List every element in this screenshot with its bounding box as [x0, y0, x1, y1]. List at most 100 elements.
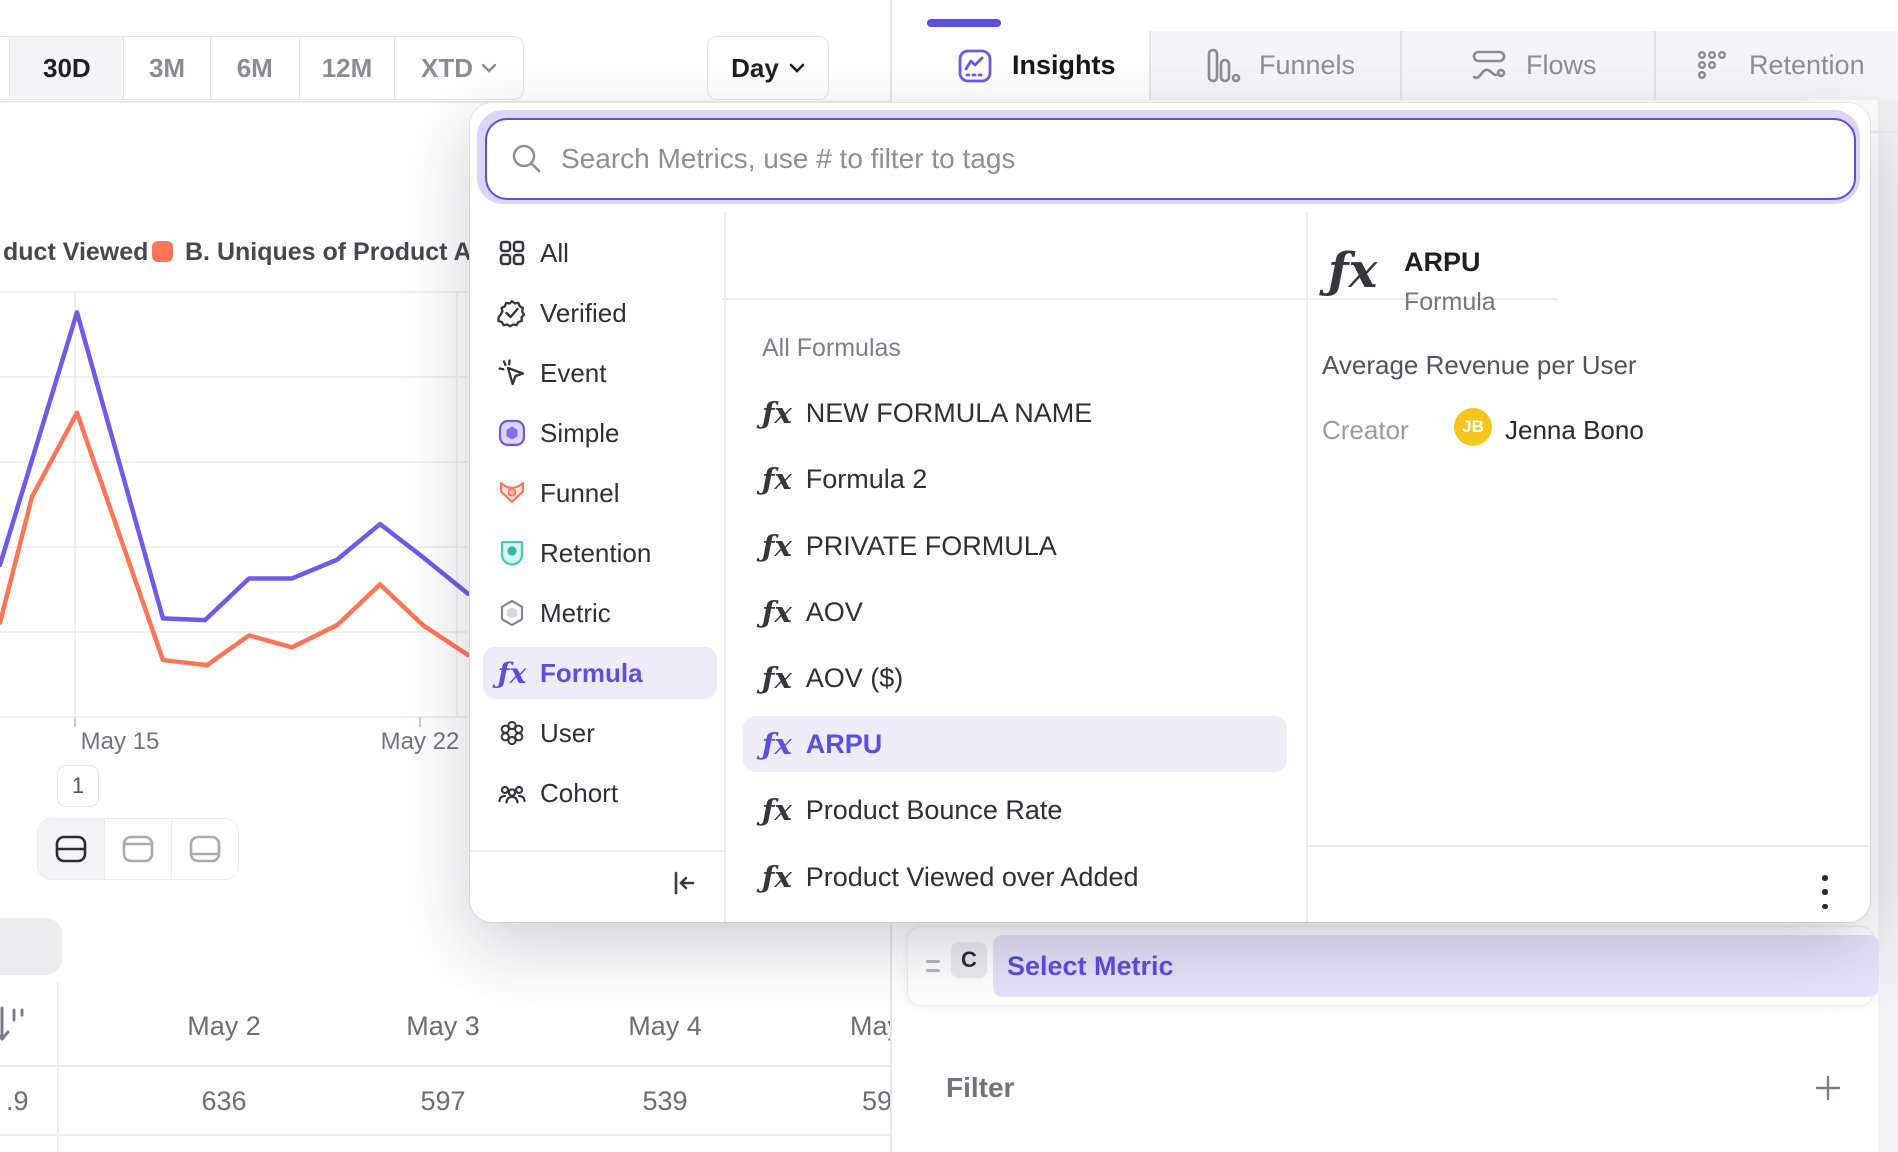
clipped-pill — [0, 918, 62, 975]
cohort-people-icon — [496, 777, 528, 809]
table-header-cell[interactable]: May — [850, 1011, 890, 1042]
creator-avatar: JB — [1454, 408, 1492, 446]
category-retention[interactable]: Retention — [483, 527, 717, 579]
tab-label: Funnels — [1259, 50, 1355, 81]
formula-name: Product Viewed over Added — [806, 862, 1139, 893]
metric-picker-modal: All Verified Event — [470, 103, 1870, 922]
category-all[interactable]: All — [483, 227, 717, 279]
formula-name: AOV — [806, 597, 863, 628]
collapse-sidebar-icon[interactable] — [669, 868, 699, 898]
category-label: Metric — [540, 598, 611, 629]
category-label: Event — [540, 358, 607, 389]
formula-item-selected[interactable]: ƒx ARPU — [743, 716, 1287, 772]
pagination-page-button[interactable]: 1 — [57, 765, 99, 807]
table-value-cell: 59 — [862, 1086, 890, 1117]
grid-icon — [496, 237, 528, 269]
drag-handle-icon[interactable] — [926, 969, 940, 972]
table-row-divider — [0, 1065, 890, 1067]
sort-icon[interactable] — [0, 1004, 36, 1046]
drag-handle-icon[interactable] — [926, 960, 940, 963]
date-range-xtd[interactable]: XTD — [394, 37, 523, 99]
category-user[interactable]: User — [483, 707, 717, 759]
flows-icon — [1470, 47, 1508, 85]
tab-flows[interactable]: Flows — [1470, 31, 1597, 100]
chevron-down-icon — [789, 63, 805, 73]
funnel-ribbon-icon — [496, 477, 528, 509]
creator-name: Jenna Bono — [1505, 415, 1644, 446]
table-header-cell[interactable]: May 4 — [595, 1011, 735, 1042]
tab-funnels[interactable]: Funnels — [1205, 31, 1355, 100]
date-range-segmented-control: 30D 3M 6M 12M XTD — [0, 36, 524, 100]
detail-type: Formula — [1404, 288, 1496, 317]
category-formula[interactable]: ƒx Formula — [483, 647, 717, 699]
category-funnel[interactable]: Funnel — [483, 467, 717, 519]
date-range-label: 12M — [322, 53, 373, 84]
formula-fx-icon: ƒx — [496, 657, 528, 689]
retention-arch-icon — [496, 537, 528, 569]
formula-item[interactable]: ƒx AOV ($) — [743, 650, 1287, 706]
app-window: 30D 3M 6M 12M XTD Day duct Viewed — [0, 0, 1898, 1152]
fx-icon: ƒx — [762, 860, 792, 894]
formula-item[interactable]: ƒx AOV — [743, 584, 1287, 640]
category-label: Verified — [540, 298, 627, 329]
verified-badge-icon — [496, 297, 528, 329]
more-options-button[interactable] — [1810, 869, 1840, 915]
category-cohort[interactable]: Cohort — [483, 767, 717, 819]
fx-icon: ƒx — [762, 661, 792, 695]
detail-description: Average Revenue per User — [1322, 350, 1637, 381]
category-simple[interactable]: Simple — [483, 407, 717, 459]
date-range-label: 6M — [237, 53, 273, 84]
date-range-3m[interactable]: 3M — [123, 37, 209, 99]
detail-footer-divider — [1306, 845, 1870, 847]
x-axis-tick-label: May 22 — [360, 728, 480, 756]
formula-name: Formula 2 — [806, 464, 928, 495]
select-metric-button[interactable]: Select Metric — [993, 935, 1879, 997]
bottom-bar-icon — [188, 834, 222, 864]
funnel-bars-icon — [1205, 47, 1241, 85]
category-metric[interactable]: Metric — [483, 587, 717, 639]
layout-top-bar-button[interactable] — [104, 819, 171, 879]
formula-name: PRIVATE FORMULA — [806, 531, 1057, 562]
formula-item[interactable]: ƒx NEW FORMULA NAME — [743, 385, 1287, 441]
table-header-cell[interactable]: May 2 — [154, 1011, 294, 1042]
search-input[interactable] — [545, 119, 1854, 199]
formula-item[interactable]: ƒx Product Bounce Rate — [743, 782, 1287, 838]
legend-series-b-swatch — [152, 241, 173, 262]
category-event[interactable]: Event — [483, 347, 717, 399]
tab-retention[interactable]: Retention — [1695, 31, 1865, 100]
date-range-label: 3M — [149, 53, 185, 84]
date-range-6m[interactable]: 6M — [210, 37, 299, 99]
layout-split-rows-button[interactable] — [38, 819, 104, 879]
legend-series-b-label[interactable]: B. Uniques of Product Add — [185, 238, 502, 267]
layout-bottom-bar-button[interactable] — [171, 819, 238, 879]
formula-item[interactable]: ƒx PRIVATE FORMULA — [743, 518, 1287, 574]
category-verified[interactable]: Verified — [483, 287, 717, 339]
tab-label: Insights — [1012, 50, 1116, 81]
tab-label: Flows — [1526, 50, 1597, 81]
table-column-divider — [57, 983, 59, 1152]
simple-block-icon — [496, 417, 528, 449]
x-axis-tick-label: May 15 — [60, 728, 180, 756]
add-filter-button[interactable] — [1812, 1072, 1844, 1104]
date-range-partial[interactable] — [0, 37, 9, 99]
category-label: User — [540, 718, 595, 749]
dot-icon — [1822, 875, 1828, 881]
formula-item[interactable]: ƒx Formula 2 — [743, 451, 1287, 507]
metric-hexagon-icon — [496, 597, 528, 629]
date-range-30d[interactable]: 30D — [9, 37, 123, 99]
legend-series-a-label[interactable]: duct Viewed — [3, 238, 148, 267]
formula-name: AOV ($) — [806, 663, 904, 694]
formula-item[interactable]: ƒx Product Viewed over Added — [743, 849, 1287, 905]
detail-title: ARPU — [1404, 247, 1481, 278]
page-number: 1 — [72, 773, 84, 799]
tab-divider — [1149, 31, 1151, 100]
date-range-12m[interactable]: 12M — [299, 37, 394, 99]
tab-insights[interactable]: Insights — [956, 31, 1116, 100]
granularity-dropdown[interactable]: Day — [707, 36, 829, 100]
table-header-cell[interactable]: May 3 — [373, 1011, 513, 1042]
category-label: All — [540, 238, 569, 269]
sidebar-footer-divider — [470, 850, 724, 852]
fx-icon: ƒx — [762, 727, 792, 761]
table-value-cell: 597 — [373, 1086, 513, 1117]
fx-icon: ƒx — [762, 529, 792, 563]
